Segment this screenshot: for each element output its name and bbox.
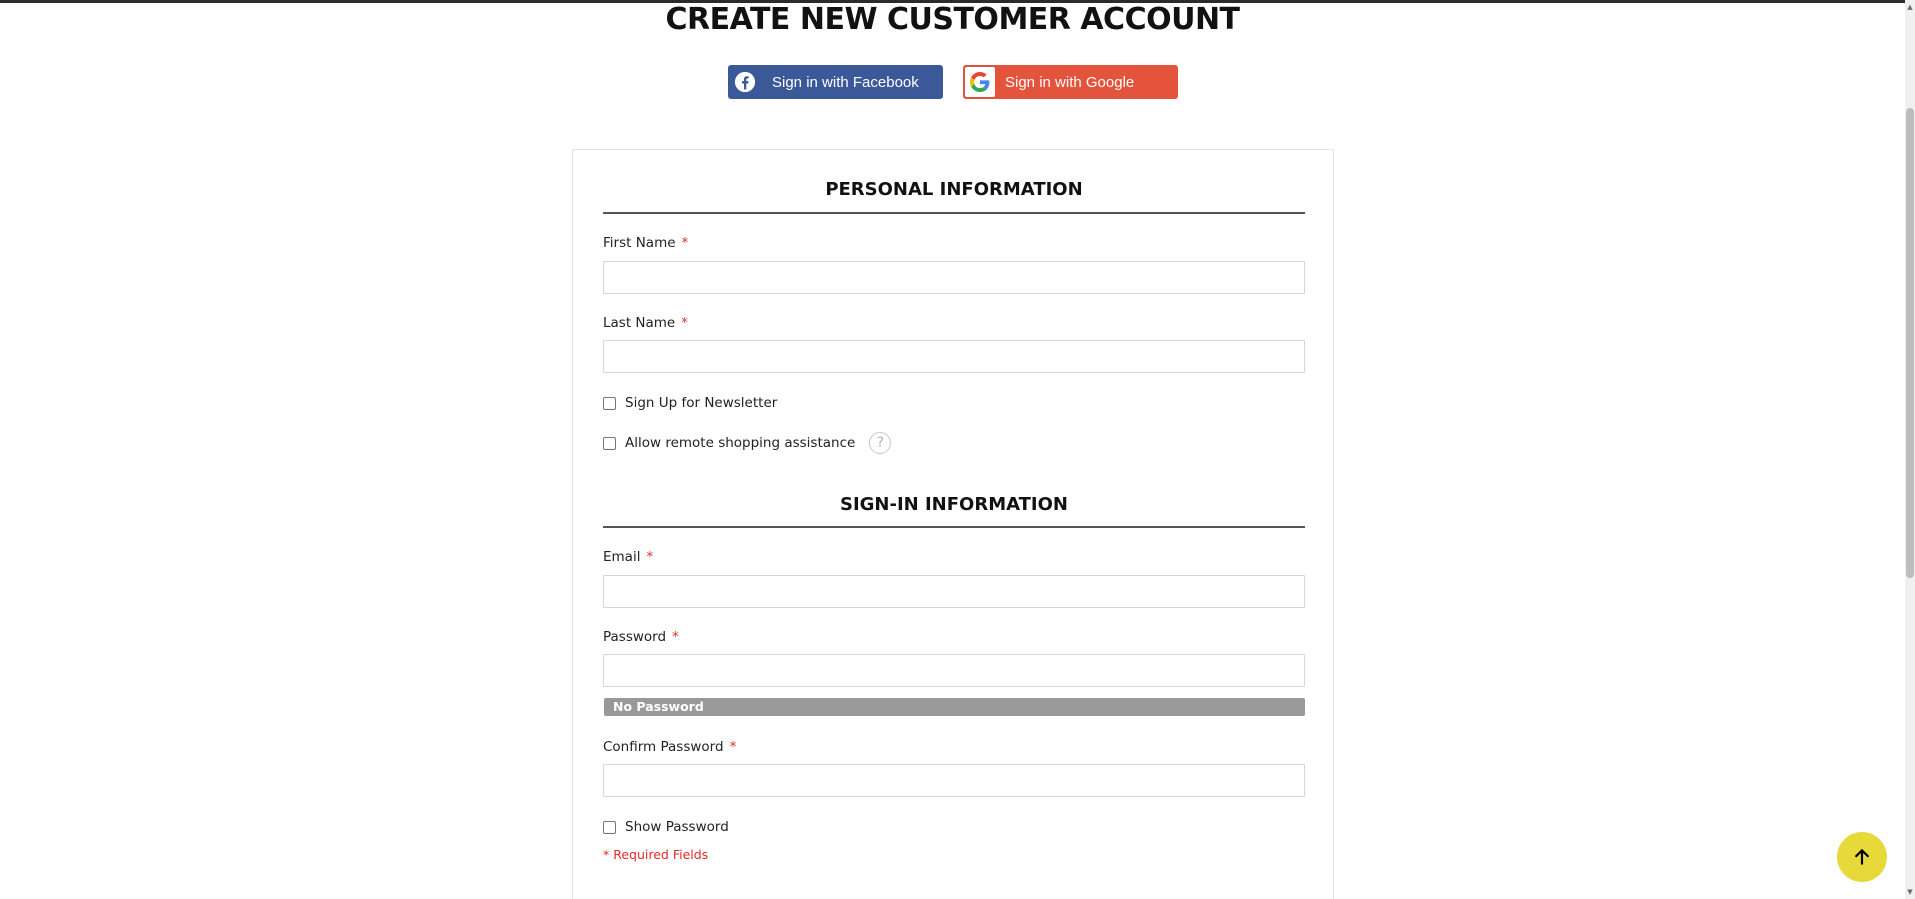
confirm-password-input[interactable] [603, 764, 1305, 797]
remote-assistance-label: Allow remote shopping assistance [625, 435, 856, 451]
last-name-label-text: Last Name [603, 315, 676, 331]
required-marker: * [672, 629, 679, 645]
last-name-input[interactable] [603, 340, 1305, 373]
signin-info-divider [603, 526, 1305, 528]
question-circle-icon[interactable]: ? [869, 432, 892, 454]
google-signin-label: Sign in with Google [1005, 73, 1135, 91]
required-marker: * [729, 739, 737, 755]
newsletter-checkbox[interactable] [603, 396, 616, 410]
show-password-checkbox[interactable] [603, 820, 616, 834]
confirm-password-label-text: Confirm Password [603, 739, 724, 755]
facebook-icon [728, 65, 762, 99]
back-to-top-button[interactable] [1837, 832, 1887, 882]
arrow-up-icon [1855, 849, 1869, 865]
confirm-password-label: Confirm Password * [603, 739, 736, 755]
required-fields-note: * Required Fields [603, 847, 709, 862]
email-label: Email * [603, 549, 653, 565]
required-marker: * [681, 315, 688, 331]
google-signin-button[interactable]: Sign in with Google [963, 65, 1178, 99]
scrollbar-thumb[interactable] [1906, 108, 1914, 578]
first-name-input[interactable] [603, 261, 1305, 294]
page-title: CREATE NEW CUSTOMER ACCOUNT [665, 2, 1240, 37]
facebook-signin-button[interactable]: Sign in with Facebook [728, 65, 943, 99]
email-input[interactable] [603, 575, 1305, 608]
personal-info-divider [603, 212, 1305, 214]
personal-info-heading: PERSONAL INFORMATION [825, 179, 1083, 200]
password-label: Password * [603, 629, 679, 645]
required-marker: * [646, 549, 654, 565]
newsletter-label: Sign Up for Newsletter [625, 395, 778, 411]
scroll-up-arrow-icon[interactable]: ▲ [1906, 2, 1914, 12]
create-account-form: PERSONAL INFORMATION First Name * Last Na… [572, 149, 1334, 899]
facebook-signin-label: Sign in with Facebook [772, 73, 919, 91]
remote-assistance-checkbox[interactable] [603, 436, 616, 450]
scroll-down-arrow-icon[interactable]: ▼ [1906, 887, 1914, 897]
required-marker: * [681, 235, 689, 251]
page-scrollbar[interactable]: ▲ ▼ [1905, 0, 1915, 899]
signin-info-heading: SIGN-IN INFORMATION [839, 494, 1068, 515]
last-name-label: Last Name * [603, 315, 688, 331]
newsletter-checkbox-row[interactable]: Sign Up for Newsletter [603, 395, 777, 411]
first-name-label: First Name * [603, 235, 688, 251]
show-password-checkbox-row[interactable]: Show Password [603, 819, 729, 835]
show-password-label: Show Password [625, 819, 729, 835]
email-label-text: Email [603, 549, 641, 565]
password-strength-meter: No Password [604, 698, 1305, 716]
google-icon [965, 67, 995, 97]
remote-assistance-checkbox-row[interactable]: Allow remote shopping assistance ? [603, 432, 892, 454]
password-label-text: Password [603, 629, 667, 645]
password-input[interactable] [603, 654, 1305, 687]
first-name-label-text: First Name [603, 235, 676, 251]
